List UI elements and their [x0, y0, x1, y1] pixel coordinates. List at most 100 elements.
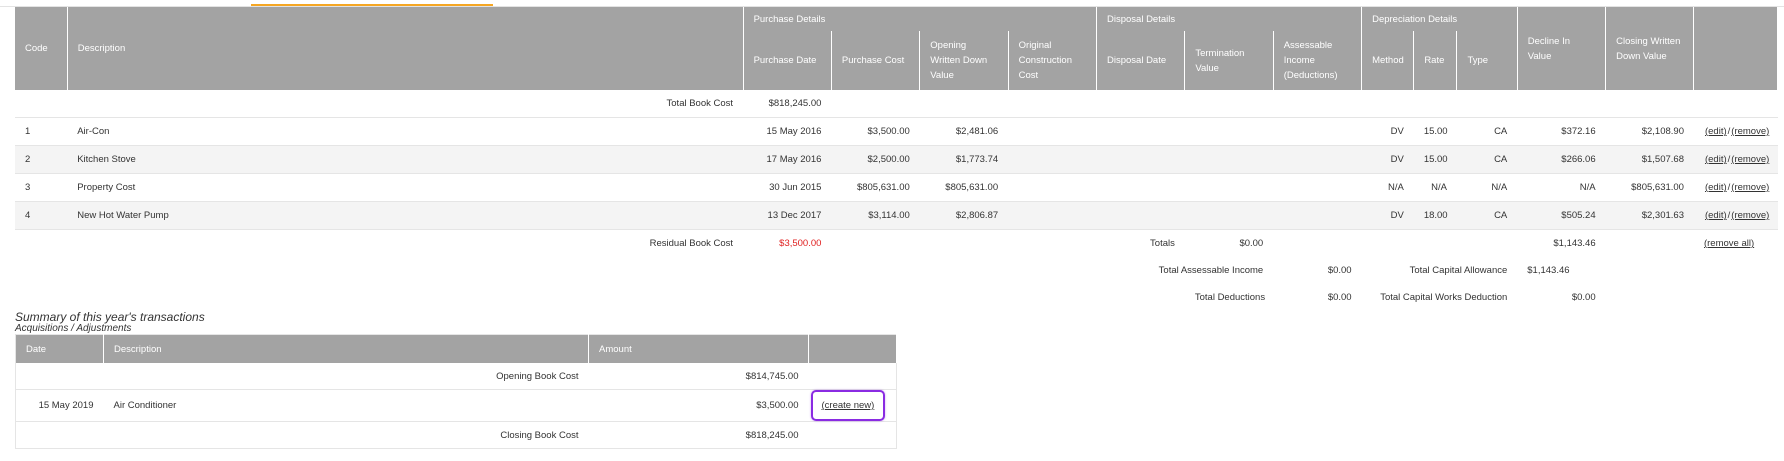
- asset-row: 4 New Hot Water Pump 13 Dec 2017 $3,114.…: [15, 201, 1778, 230]
- group-depreciation-details: Depreciation Details: [1361, 7, 1518, 31]
- opening-book-cost-value: $814,745.00: [745, 370, 799, 382]
- totals-label: Totals: [1096, 229, 1185, 257]
- asset-rate: 15.00: [1413, 117, 1457, 146]
- total-book-cost-row: Total Book Cost $818,245.00: [15, 90, 1778, 118]
- asset-purchase-date: 30 Jun 2015: [743, 173, 832, 202]
- edit-link[interactable]: (edit): [1705, 182, 1727, 193]
- asset-type: N/A: [1456, 173, 1518, 202]
- asset-method: DV: [1361, 145, 1414, 174]
- transaction-date: 15 May 2019: [15, 389, 104, 422]
- remove-link[interactable]: (remove): [1731, 210, 1769, 221]
- asset-purchase-cost: $805,631.00: [831, 173, 920, 202]
- asset-code: 2: [15, 145, 68, 174]
- asset-type: CA: [1456, 117, 1518, 146]
- action-separator: /: [1727, 210, 1731, 221]
- asset-method: DV: [1361, 201, 1414, 230]
- row-actions: (edit)/(remove): [1693, 173, 1778, 202]
- asset-type: CA: [1456, 145, 1518, 174]
- col-opening-wdv: Opening Written Down Value: [919, 31, 1009, 90]
- edit-link[interactable]: (edit): [1705, 210, 1727, 221]
- total-deductions-value: $0.00: [1327, 292, 1352, 303]
- asset-opening-wdv: $2,481.06: [919, 117, 1009, 146]
- total-book-cost-label: Total Book Cost: [666, 98, 734, 109]
- active-tab-indicator: [251, 4, 493, 6]
- row-actions: (edit)/(remove): [1693, 117, 1778, 146]
- col-date: Date: [15, 334, 104, 363]
- col-decline-in-value: Decline In Value: [1517, 7, 1607, 90]
- transactions-subtitle: Acquisitions / Adjustments: [15, 323, 132, 334]
- col-type: Type: [1456, 31, 1518, 90]
- closing-book-cost-row: Closing Book Cost $818,245.00: [16, 422, 897, 449]
- asset-decline: N/A: [1517, 173, 1606, 202]
- asset-decline: $505.24: [1517, 201, 1606, 230]
- create-new-highlight: (create new): [810, 390, 886, 421]
- col-method: Method: [1361, 31, 1415, 90]
- group-disposal-details: Disposal Details: [1096, 7, 1363, 31]
- asset-method: N/A: [1361, 173, 1414, 202]
- deductions-row: Total Deductions $0.00 Total Capital Wor…: [15, 284, 1778, 311]
- asset-decline: $266.06: [1517, 145, 1606, 174]
- col-code: Code: [15, 7, 68, 90]
- row-actions: (edit)/(remove): [1693, 201, 1778, 230]
- asset-purchase-date: 15 May 2016: [743, 117, 832, 146]
- asset-closing: $2,301.63: [1605, 201, 1694, 230]
- col-trans-actions: [808, 334, 897, 363]
- asset-purchase-cost: $2,500.00: [831, 145, 920, 174]
- col-closing-wdv: Closing Written Down Value: [1605, 7, 1695, 90]
- col-purchase-date: Purchase Date: [743, 31, 832, 90]
- total-assessable-income-label: Total Assessable Income: [1158, 265, 1264, 276]
- residual-book-cost-label: Residual Book Cost: [67, 229, 744, 257]
- residual-totals-row: Residual Book Cost $3,500.00 Totals $0.0…: [15, 229, 1778, 257]
- col-termination-value: Termination Value: [1184, 31, 1274, 90]
- asset-purchase-date: 13 Dec 2017: [743, 201, 832, 230]
- asset-rate: 15.00: [1413, 145, 1457, 174]
- remove-all-link[interactable]: (remove all): [1704, 238, 1754, 249]
- col-disposal-date: Disposal Date: [1096, 31, 1186, 90]
- action-separator: /: [1727, 154, 1731, 165]
- action-separator: /: [1727, 182, 1731, 193]
- residual-book-cost-value: $3,500.00: [743, 229, 832, 257]
- transaction-description: Air Conditioner: [103, 389, 589, 422]
- col-amount: Amount: [588, 334, 809, 363]
- transactions-summary-title: Summary of this year's transactions: [15, 310, 205, 324]
- col-purchase-cost: Purchase Cost: [831, 31, 921, 90]
- asset-description: New Hot Water Pump: [67, 201, 744, 230]
- total-assessable-income-value: $0.00: [1327, 265, 1352, 276]
- group-purchase-details: Purchase Details: [743, 7, 1098, 31]
- transaction-amount: $3,500.00: [588, 389, 809, 422]
- asset-rate: 18.00: [1413, 201, 1457, 230]
- total-capital-works-label: Total Capital Works Deduction: [1380, 292, 1508, 303]
- remove-link[interactable]: (remove): [1731, 182, 1769, 193]
- asset-purchase-date: 17 May 2016: [743, 145, 832, 174]
- asset-closing: $805,631.00: [1605, 173, 1694, 202]
- asset-row: 2 Kitchen Stove 17 May 2016 $2,500.00 $1…: [15, 145, 1778, 174]
- col-rate: Rate: [1413, 31, 1458, 90]
- edit-link[interactable]: (edit): [1705, 126, 1727, 137]
- opening-book-cost-row: Opening Book Cost $814,745.00: [16, 363, 897, 390]
- create-new-link[interactable]: (create new): [822, 400, 875, 411]
- asset-opening-wdv: $805,631.00: [919, 173, 1009, 202]
- remove-link[interactable]: (remove): [1731, 126, 1769, 137]
- col-assessable-income: Assessable Income (Deductions): [1273, 31, 1363, 90]
- asset-purchase-cost: $3,114.00: [831, 201, 920, 230]
- total-capital-works-value: $0.00: [1571, 292, 1596, 303]
- asset-type: CA: [1456, 201, 1518, 230]
- total-decline-value: $1,143.46: [1517, 229, 1606, 257]
- total-capital-allowance-label: Total Capital Allowance: [1409, 265, 1508, 276]
- closing-book-cost-value: $818,245.00: [745, 429, 799, 441]
- asset-code: 4: [15, 201, 68, 230]
- assessable-income-row: Total Assessable Income $0.00 Total Capi…: [15, 257, 1778, 284]
- action-separator: /: [1727, 126, 1731, 137]
- asset-method: DV: [1361, 117, 1414, 146]
- total-deductions-label: Total Deductions: [1194, 292, 1266, 303]
- edit-link[interactable]: (edit): [1705, 154, 1727, 165]
- asset-code: 1: [15, 117, 68, 146]
- depreciation-schedule-table: Code Description Purchase Details Dispos…: [15, 7, 1778, 311]
- asset-opening-wdv: $2,806.87: [919, 201, 1009, 230]
- remove-link[interactable]: (remove): [1731, 154, 1769, 165]
- asset-decline: $372.16: [1517, 117, 1606, 146]
- top-tab-bar: [0, 0, 1784, 7]
- opening-book-cost-label: Opening Book Cost: [496, 370, 579, 382]
- asset-code: 3: [15, 173, 68, 202]
- asset-opening-wdv: $1,773.74: [919, 145, 1009, 174]
